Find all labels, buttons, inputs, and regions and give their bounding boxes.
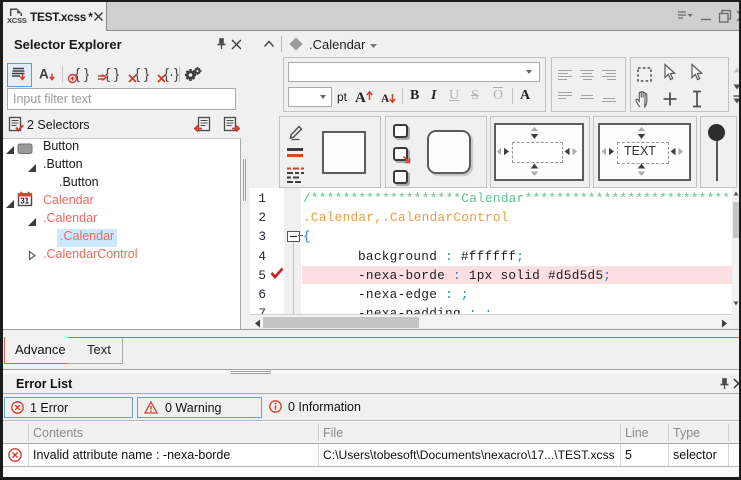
svg-text:{ }: { }	[75, 66, 89, 83]
svg-text:{ }: { }	[135, 66, 149, 83]
svg-text:A: A	[39, 67, 49, 82]
svg-text:{ }: { }	[105, 66, 119, 83]
svg-text:{·}: {·}	[164, 66, 179, 83]
svg-text:A: A	[381, 93, 390, 105]
svg-text:A: A	[355, 90, 366, 106]
svg-text:31: 31	[20, 197, 29, 206]
svg-text:XCSS: XCSS	[7, 16, 27, 25]
